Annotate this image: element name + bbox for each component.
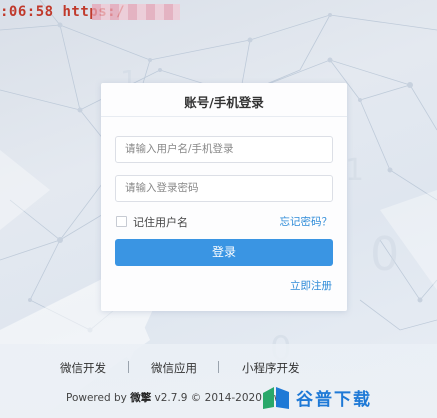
remember-label[interactable]: 记住用户名	[133, 214, 188, 230]
footer-divider	[218, 361, 219, 373]
forgot-password-link[interactable]: 忘记密码？	[280, 214, 333, 229]
register-link[interactable]: 立即注册	[290, 278, 332, 293]
footer-link-miniprogram[interactable]: 小程序开发	[242, 360, 300, 376]
footer-divider	[128, 361, 129, 373]
powered-prefix: Powered by	[66, 392, 131, 404]
login-button[interactable]: 登录	[115, 239, 333, 266]
username-input[interactable]: 请输入用户名/手机登录	[115, 136, 333, 163]
login-card: 账号/手机登录 请输入用户名/手机登录 请输入登录密码 记住用户名 忘记密码？ …	[101, 83, 347, 311]
footer-link-wechat-dev[interactable]: 微信开发	[60, 360, 106, 376]
login-title: 账号/手机登录	[184, 95, 264, 110]
watermark-text: 谷普下载	[296, 390, 372, 410]
svg-text:0: 0	[370, 227, 399, 281]
svg-text:1: 1	[345, 153, 364, 188]
watermark-logo-icon	[263, 387, 289, 409]
divider	[101, 116, 347, 117]
powered-by: Powered by 微擎 v2.7.9 © 2014-2020 ww	[66, 390, 282, 405]
powered-brand: 微擎	[130, 392, 152, 404]
footer-link-wechat-apps[interactable]: 微信应用	[151, 360, 197, 376]
password-input[interactable]: 请输入登录密码	[115, 175, 333, 202]
remember-checkbox[interactable]	[116, 216, 127, 227]
blurred-url	[92, 4, 180, 20]
